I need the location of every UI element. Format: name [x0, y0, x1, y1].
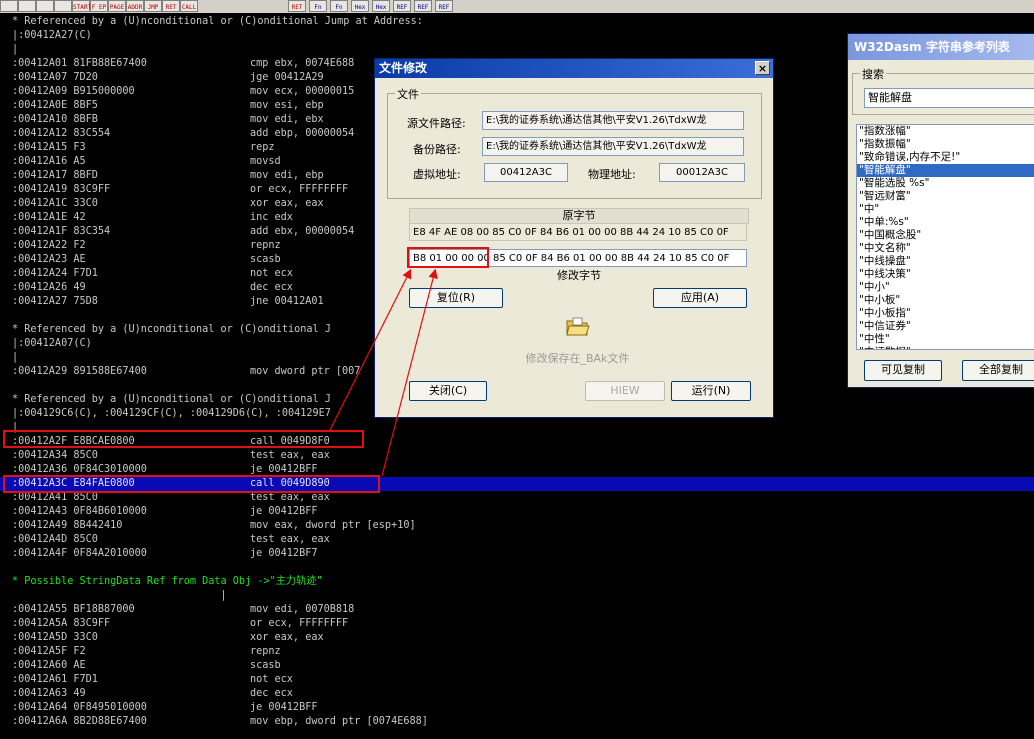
annotation-arrows	[329, 268, 438, 477]
arrow-to-modified-call	[381, 268, 438, 477]
arrow-to-original-call	[329, 268, 412, 431]
